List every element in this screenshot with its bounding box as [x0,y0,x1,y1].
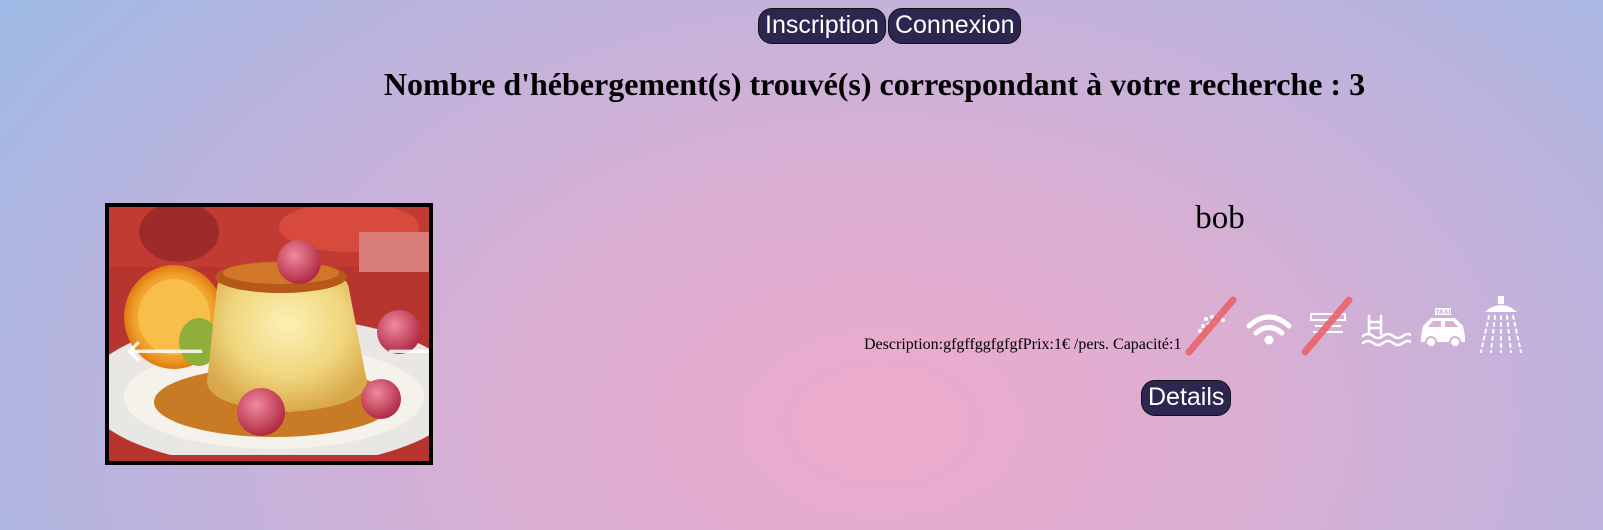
description-label: Description: [864,336,944,353]
price-value: 1€ /pers. [1053,336,1110,353]
jacuzzi-icon [1185,296,1237,356]
connexion-button[interactable]: Connexion [887,8,1022,44]
svg-text:TAXI: TAXI [1436,309,1451,316]
price-label: Prix: [1022,336,1054,353]
inscription-button[interactable]: Inscription [758,8,886,44]
taxi-icon: TAXI [1417,296,1469,356]
pool-icon [1359,296,1412,356]
amenities-icons: TAXI [1185,296,1527,356]
details-button[interactable]: Details [1141,380,1232,416]
shower-icon [1475,296,1527,356]
results-count-heading: Nombre d'hébergement(s) trouvé(s) corres… [383,66,1366,102]
capacity-label: Capacité: [1113,336,1174,353]
wifi-icon [1243,296,1295,356]
top-nav: Inscription Connexion [758,8,1022,44]
listing-description: Description:gfgffggfgfgfPrix:1€ /pers. C… [864,337,1181,356]
listing-info-row: Description:gfgffggfgfgfPrix:1€ /pers. C… [864,296,1527,356]
capacity-value: 1 [1173,336,1182,353]
listing-photo-carousel[interactable]: 🡐 🡒 [105,203,433,465]
air-conditioning-icon [1301,296,1353,356]
listing-name: bob [1195,200,1245,236]
description-value: gfgffggfgfgf [943,336,1023,353]
carousel-next-arrow-icon[interactable]: 🡒 [386,337,429,367]
carousel-prev-arrow-icon[interactable]: 🡐 [125,337,205,367]
